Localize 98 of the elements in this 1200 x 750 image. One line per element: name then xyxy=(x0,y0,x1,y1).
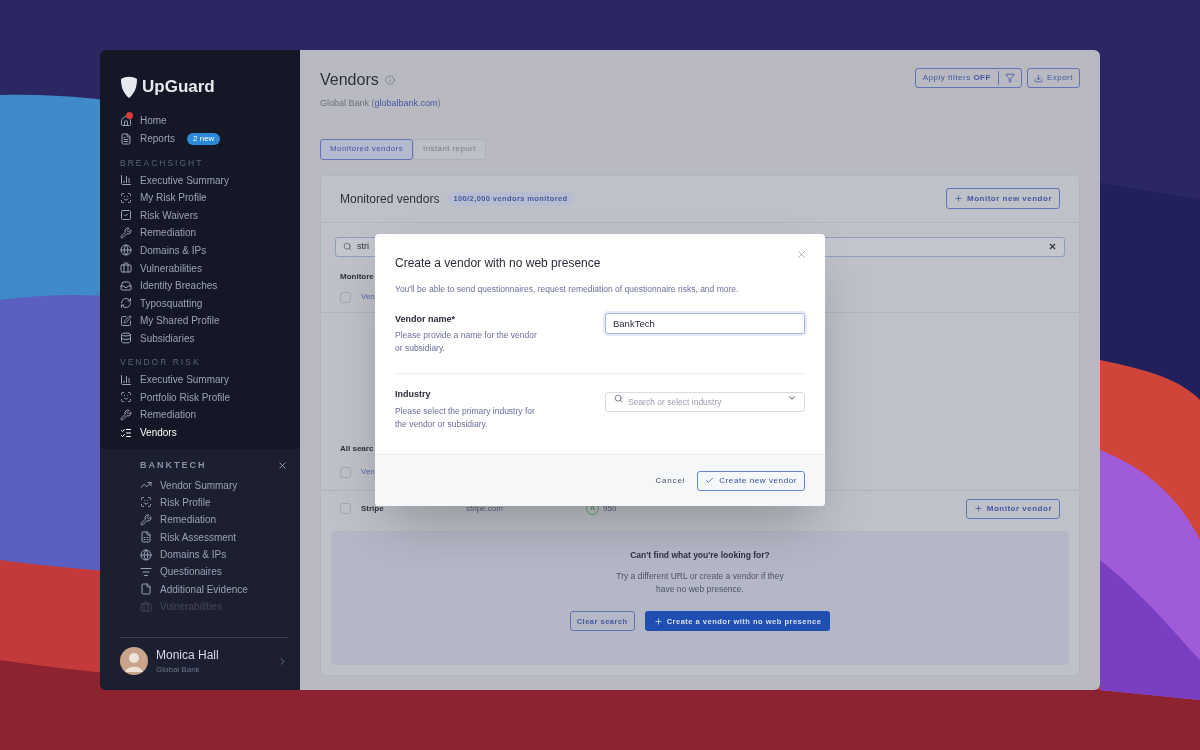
section-heading: BREACHSIGHT xyxy=(120,156,205,170)
user-name: Monica Hall xyxy=(156,647,220,664)
field-label: Industry xyxy=(395,388,432,402)
file-icon xyxy=(140,583,152,596)
create-new-vendor-button[interactable]: Create new vendor xyxy=(697,470,805,491)
spreadsheet-icon xyxy=(140,531,152,544)
nav-item[interactable]: Risk Assessment xyxy=(140,528,288,546)
vendor-domain: stripe.com xyxy=(466,502,504,515)
plus-icon xyxy=(973,504,983,513)
nav-item[interactable]: Executive Summary xyxy=(120,171,300,189)
card-title: Monitored vendors xyxy=(340,190,440,208)
tab[interactable]: Monitored vendors xyxy=(320,138,414,160)
modal-title: Create a vendor with no web presence xyxy=(395,255,601,272)
nav-item[interactable]: Vulnerabilities xyxy=(120,259,300,277)
monitor-vendor-button[interactable]: Monitor vendor xyxy=(965,498,1060,519)
empty-state-text: Try a different URL or create a vendor if they have no web presence. xyxy=(615,570,785,597)
nav-item[interactable]: Executive Summary xyxy=(120,370,300,389)
section-heading: VENDOR RISK xyxy=(120,356,202,369)
nav-item[interactable]: Home xyxy=(120,111,300,130)
section-label: Monitore xyxy=(339,270,375,283)
checkbox[interactable] xyxy=(340,503,351,514)
panel-title: BANKTECH xyxy=(140,458,207,472)
nav-item[interactable]: Vendors xyxy=(120,423,300,442)
cancel-button[interactable]: Cancel xyxy=(655,474,686,487)
field-help: Please select the primary industry for the vendor or subsidiary. xyxy=(395,404,536,431)
scan-icon xyxy=(120,191,132,204)
filter-list-icon xyxy=(140,565,152,578)
nav-item[interactable]: Portfolio Risk Profile xyxy=(120,388,300,407)
wrench-icon xyxy=(120,408,132,421)
nav-item[interactable]: Risk Waivers xyxy=(120,206,300,225)
logo-text: UpGuard xyxy=(142,76,215,98)
checkbox-icon xyxy=(120,209,132,222)
filter-button[interactable]: Apply filters OFF xyxy=(914,68,1022,88)
trend-icon xyxy=(140,479,152,491)
inbox-icon xyxy=(120,279,132,292)
user-profile[interactable]: Monica Hall Global Bank xyxy=(120,642,288,690)
globe-icon xyxy=(120,244,132,257)
export-button[interactable]: Export xyxy=(1026,68,1080,88)
page-title: Vendors xyxy=(320,70,379,90)
section-label: All searc xyxy=(339,442,375,455)
column-header: Ven xyxy=(361,291,375,303)
nav-item[interactable]: Remediation xyxy=(120,224,300,242)
document-icon xyxy=(120,132,132,145)
page-subtitle: Global Bank (globalbank.com) xyxy=(320,97,441,110)
avatar xyxy=(120,647,148,675)
nav-item[interactable]: My Risk Profile xyxy=(120,188,300,207)
info-icon xyxy=(384,75,395,85)
check-icon xyxy=(705,476,715,485)
plus-icon xyxy=(653,616,663,626)
nav-item[interactable]: My Shared Profile xyxy=(120,312,300,330)
nav-item[interactable]: Domains & IPs xyxy=(140,545,288,564)
nav-item[interactable]: Typosquatting xyxy=(120,294,300,312)
nav-item[interactable]: Remediation xyxy=(120,406,300,424)
nav-item[interactable]: Vendor Summary xyxy=(140,476,288,494)
search-icon xyxy=(614,393,623,403)
checkbox[interactable] xyxy=(340,291,351,303)
scan-icon xyxy=(120,391,132,404)
nav-item[interactable]: Additional Evidence xyxy=(140,580,288,599)
search-icon xyxy=(343,242,352,251)
nav-item[interactable]: Subsidiaries xyxy=(120,329,300,348)
nav-item[interactable]: Domains & IPs xyxy=(120,241,300,260)
nav-item[interactable]: Identity Breaches xyxy=(120,276,300,295)
monitor-new-vendor-button[interactable]: Monitor new vendor xyxy=(946,188,1060,209)
nav-item[interactable]: Risk Profile xyxy=(140,493,288,512)
field-help: Please provide a name for the vendor or subsidiary. xyxy=(395,329,538,356)
clear-icon[interactable] xyxy=(1048,242,1057,251)
industry-select[interactable]: Search or select industry xyxy=(605,392,805,413)
home-icon xyxy=(120,114,132,127)
new-badge: 2 new xyxy=(187,132,221,145)
nav-item[interactable]: Remediation xyxy=(140,511,288,529)
list-icon xyxy=(120,426,132,439)
checkbox[interactable] xyxy=(340,466,351,478)
column-header: Ven xyxy=(361,466,375,478)
nav-item[interactable]: Questionaires xyxy=(140,563,288,581)
shield-logo-icon xyxy=(120,75,138,98)
scan-icon xyxy=(140,496,152,509)
chart-icon xyxy=(120,174,132,187)
field-label: Vendor name* xyxy=(395,312,457,326)
empty-state-title: Can't find what you're looking for? xyxy=(630,548,770,562)
user-org: Global Bank xyxy=(156,664,201,676)
globe-icon xyxy=(140,548,152,561)
close-icon[interactable] xyxy=(277,459,288,471)
briefcase-icon xyxy=(120,262,132,274)
nav-item[interactable]: Reports 2 new xyxy=(120,129,300,148)
modal-description: You'll be able to send questionnaires, request remediation of questionnaire risks, and more. xyxy=(395,283,740,296)
filter-icon xyxy=(1004,73,1015,83)
download-icon xyxy=(1033,73,1043,83)
edit-icon xyxy=(120,314,132,327)
wrench-icon xyxy=(120,226,132,239)
database-icon xyxy=(120,332,132,345)
wrench-icon xyxy=(140,513,152,526)
briefcase-icon xyxy=(140,600,152,613)
vendor-name-field[interactable]: BankTech xyxy=(605,312,805,334)
vendor-name: Stripe xyxy=(361,502,385,515)
chart-icon xyxy=(120,373,132,386)
score: 950 xyxy=(603,502,617,515)
plus-icon xyxy=(954,194,963,203)
refresh-icon xyxy=(120,297,132,310)
